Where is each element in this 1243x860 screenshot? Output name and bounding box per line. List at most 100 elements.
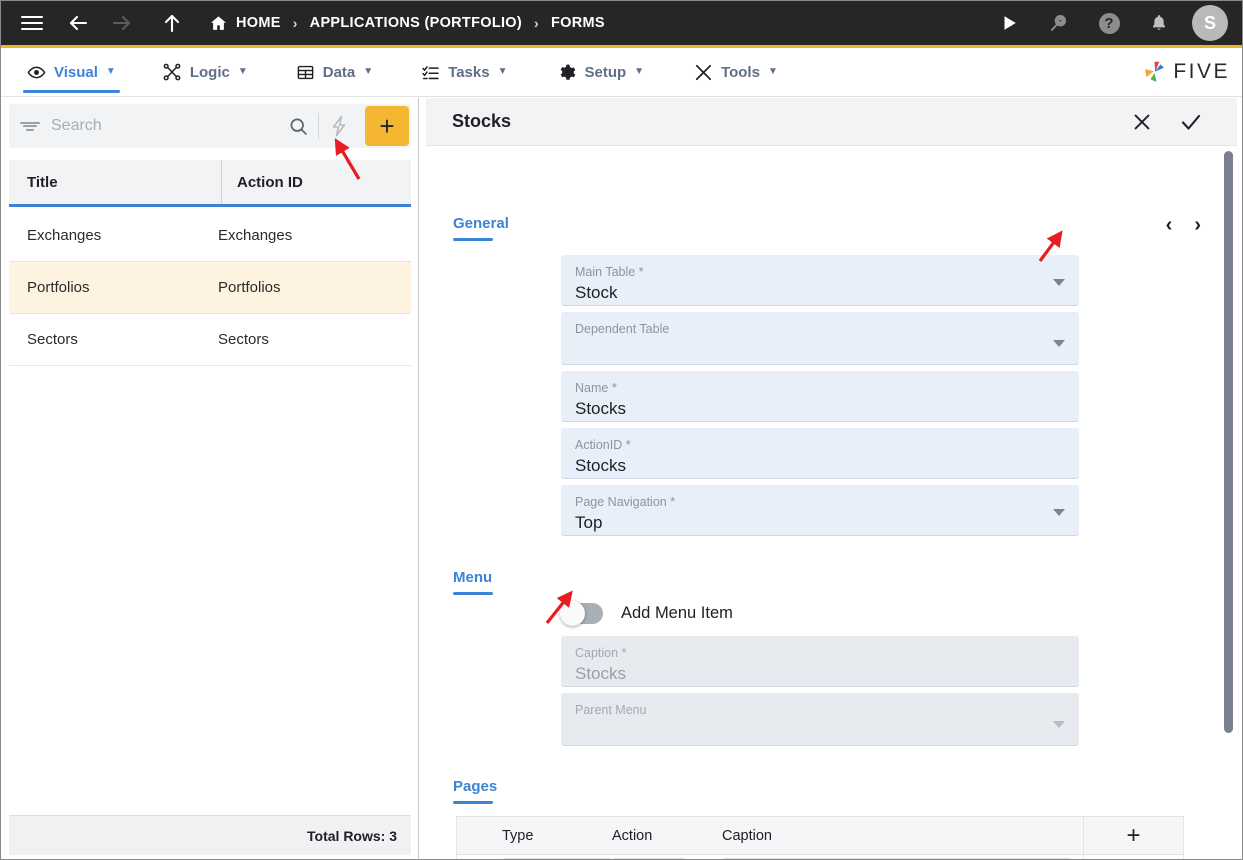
avatar[interactable]: S bbox=[1192, 5, 1228, 41]
gear-icon bbox=[557, 63, 576, 82]
next-record-icon[interactable]: › bbox=[1194, 215, 1201, 235]
field-label: Name * bbox=[575, 381, 617, 395]
bell-icon[interactable] bbox=[1142, 6, 1176, 40]
field-dependent-table[interactable]: Dependent Table bbox=[561, 312, 1079, 365]
column-header-title[interactable]: Title bbox=[9, 160, 221, 204]
five-mark-icon bbox=[1145, 61, 1165, 82]
breadcrumb: HOME › APPLICATIONS (PORTFOLIO) › FORMS bbox=[209, 14, 605, 33]
search-icon[interactable] bbox=[278, 116, 318, 137]
topbar-actions: ? S bbox=[992, 5, 1242, 41]
column-header-caption: Caption bbox=[722, 827, 772, 844]
chevron-down-icon: ▼ bbox=[767, 66, 778, 77]
wrench-screwdriver-icon bbox=[694, 63, 713, 82]
section-label-text: Menu bbox=[453, 569, 493, 586]
section-underline bbox=[453, 238, 493, 241]
pages-table: Type Action Caption + Form bbox=[456, 816, 1184, 859]
menu-item-tools[interactable]: Tools ▼ bbox=[680, 48, 792, 97]
module-menu-bar: Visual ▼ Logic ▼ Data ▼ Tasks ▼ Setup ▼ … bbox=[1, 48, 1242, 97]
search-play-icon[interactable] bbox=[1042, 6, 1076, 40]
field-label: ActionID * bbox=[575, 438, 631, 452]
home-icon[interactable] bbox=[209, 14, 228, 33]
table-row[interactable]: Portfolios Portfolios bbox=[9, 262, 411, 314]
chevron-down-icon: ▼ bbox=[105, 66, 116, 77]
cell-title: Portfolios bbox=[27, 279, 90, 296]
menu-item-label: Logic bbox=[189, 63, 230, 81]
menu-item-tasks[interactable]: Tasks ▼ bbox=[407, 48, 521, 97]
column-header-type: Type bbox=[502, 827, 534, 844]
field-label: Main Table * bbox=[575, 265, 644, 279]
confirm-check-icon[interactable] bbox=[1179, 110, 1203, 134]
chevron-down-icon: ▼ bbox=[237, 66, 248, 77]
form-editor-actions bbox=[1131, 110, 1237, 134]
section-underline bbox=[453, 592, 493, 595]
chevron-down-icon[interactable] bbox=[1053, 279, 1065, 286]
forward-arrow-icon[interactable] bbox=[105, 6, 139, 40]
back-arrow-icon[interactable] bbox=[61, 6, 95, 40]
form-scrollbar[interactable] bbox=[1224, 149, 1235, 859]
breadcrumb-item-home[interactable]: HOME bbox=[236, 15, 281, 31]
table-row[interactable]: Exchanges Exchanges bbox=[9, 210, 411, 262]
field-action-id[interactable]: ActionID * Stocks bbox=[561, 428, 1079, 479]
record-navigation: ‹ › bbox=[1166, 215, 1201, 235]
page-title: Stocks bbox=[452, 111, 512, 131]
cell-action-id: Sectors bbox=[218, 331, 269, 348]
field-parent-menu[interactable]: Parent Menu bbox=[561, 693, 1079, 746]
eye-icon bbox=[27, 63, 46, 82]
table-grid-icon bbox=[296, 63, 315, 82]
play-icon[interactable] bbox=[992, 6, 1026, 40]
field-page-navigation[interactable]: Page Navigation * Top bbox=[561, 485, 1079, 536]
table-row: Form General ✕ bbox=[457, 855, 1183, 859]
field-value bbox=[575, 718, 1065, 744]
add-menu-item-toggle[interactable] bbox=[560, 601, 603, 626]
menu-item-visual[interactable]: Visual ▼ bbox=[13, 48, 130, 97]
hamburger-icon[interactable] bbox=[15, 6, 49, 40]
five-logo: FIVE bbox=[1141, 59, 1242, 86]
search-toolbar: + bbox=[9, 104, 411, 148]
menu-item-setup[interactable]: Setup ▼ bbox=[543, 48, 658, 97]
field-label: Dependent Table bbox=[575, 322, 670, 336]
chevron-down-icon[interactable] bbox=[1053, 509, 1065, 516]
form-editor-header: Stocks bbox=[426, 98, 1237, 146]
logic-nodes-icon bbox=[162, 62, 182, 82]
search-input[interactable] bbox=[51, 117, 278, 135]
chevron-down-icon: ▼ bbox=[634, 66, 645, 77]
field-value: Stocks bbox=[575, 399, 627, 418]
menu-item-logic[interactable]: Logic ▼ bbox=[148, 48, 262, 97]
add-form-button[interactable]: + bbox=[365, 106, 409, 146]
menu-item-data[interactable]: Data ▼ bbox=[282, 48, 387, 97]
form-scrollbar-thumb[interactable] bbox=[1224, 151, 1233, 733]
form-scroll-area: ‹ › General Main Table * Stock Dependent… bbox=[426, 147, 1237, 859]
breadcrumb-item-applications[interactable]: APPLICATIONS (PORTFOLIO) bbox=[310, 15, 522, 31]
field-name[interactable]: Name * Stocks bbox=[561, 371, 1079, 422]
toggle-knob bbox=[560, 601, 585, 626]
top-navigation-bar: HOME › APPLICATIONS (PORTFOLIO) › FORMS … bbox=[1, 1, 1242, 48]
field-value bbox=[575, 337, 1065, 363]
help-icon[interactable]: ? bbox=[1092, 6, 1126, 40]
toggle-label: Add Menu Item bbox=[621, 604, 733, 622]
forms-table-body: Exchanges Exchanges Portfolios Portfolio… bbox=[9, 210, 411, 366]
column-header-action-id[interactable]: Action ID bbox=[221, 160, 411, 204]
field-value: Top bbox=[575, 513, 603, 532]
prev-record-icon[interactable]: ‹ bbox=[1166, 215, 1173, 235]
chevron-down-icon: ▼ bbox=[363, 66, 374, 77]
section-underline bbox=[453, 801, 493, 804]
lightning-bolt-icon[interactable] bbox=[319, 114, 359, 138]
field-caption[interactable]: Caption * Stocks bbox=[561, 636, 1079, 687]
breadcrumb-separator-icon: › bbox=[534, 15, 539, 31]
close-icon[interactable] bbox=[1131, 111, 1153, 133]
chevron-down-icon[interactable] bbox=[1053, 721, 1065, 728]
application-window: HOME › APPLICATIONS (PORTFOLIO) › FORMS … bbox=[0, 0, 1243, 860]
add-page-button[interactable]: + bbox=[1083, 816, 1183, 855]
active-tab-underline bbox=[23, 89, 120, 93]
field-value: Stocks bbox=[575, 664, 627, 683]
chevron-down-icon[interactable] bbox=[1053, 340, 1065, 347]
menu-item-label: Visual bbox=[54, 63, 98, 81]
breadcrumb-item-forms[interactable]: FORMS bbox=[551, 15, 605, 31]
filter-icon[interactable] bbox=[9, 120, 51, 132]
cell-action-id: Exchanges bbox=[218, 227, 293, 244]
field-main-table[interactable]: Main Table * Stock bbox=[561, 255, 1079, 306]
field-label: Caption * bbox=[575, 646, 627, 660]
menu-item-label: Setup bbox=[584, 63, 627, 81]
up-arrow-icon[interactable] bbox=[155, 6, 189, 40]
table-row[interactable]: Sectors Sectors bbox=[9, 314, 411, 366]
